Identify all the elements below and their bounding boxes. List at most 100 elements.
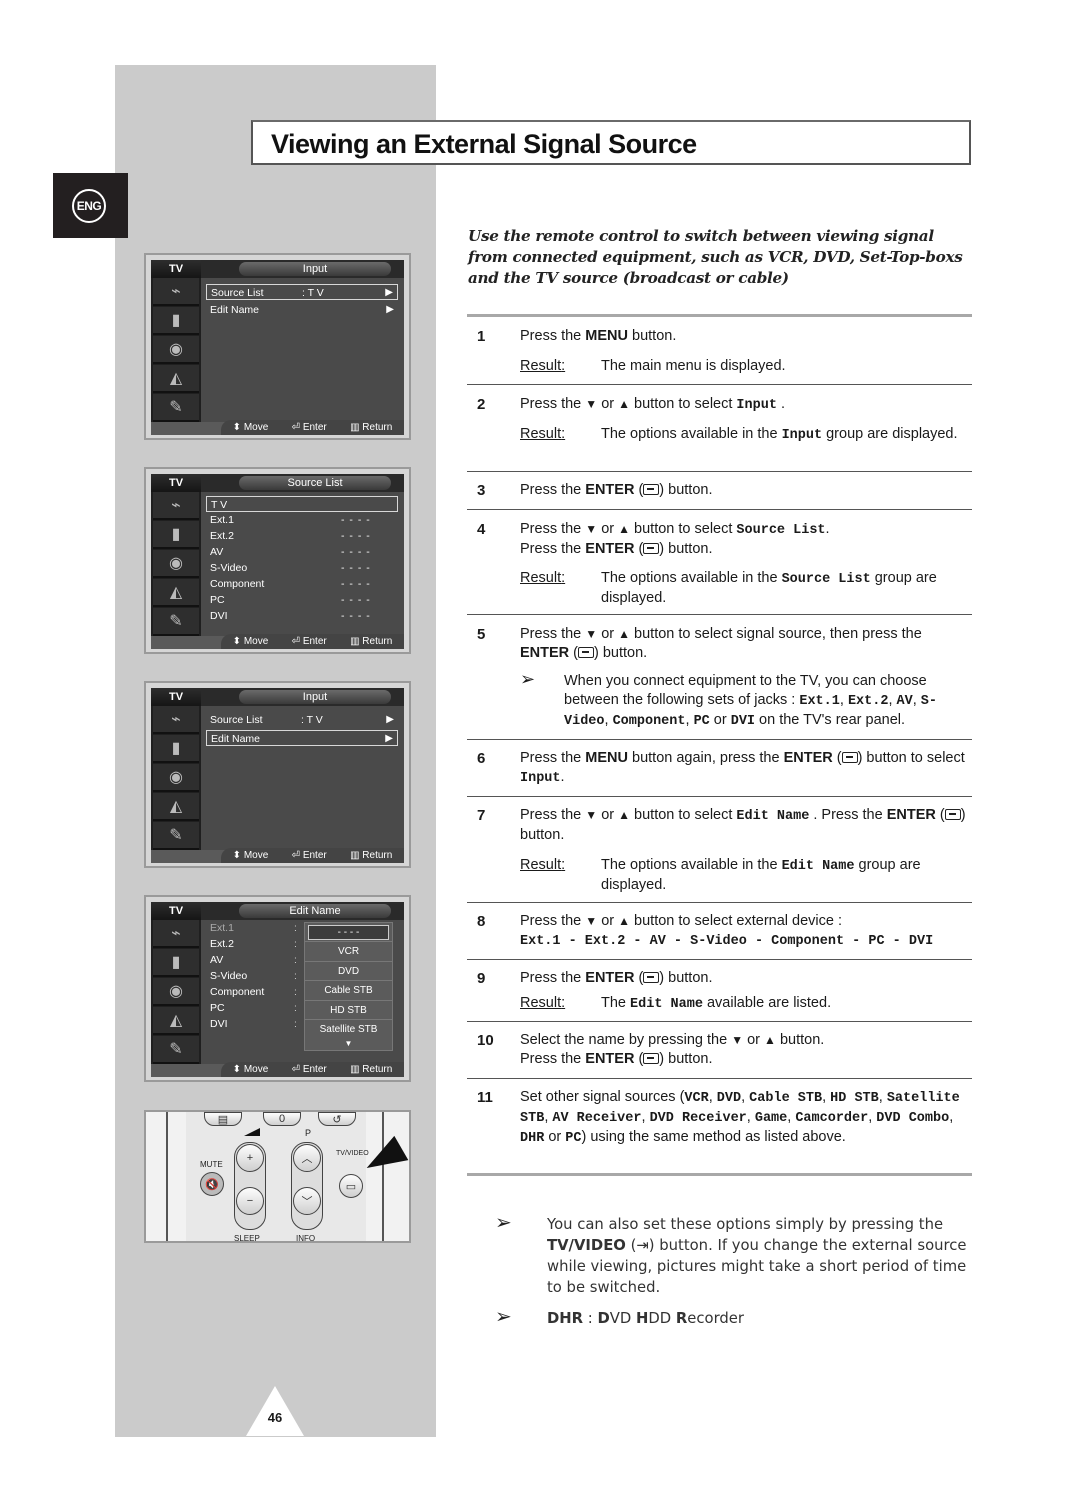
item-label: S-Video [210,970,248,982]
step-text: Set other signal sources (VCR, DVD, Cabl… [520,1089,960,1146]
osd-help-bar: ⬍ Move ⏎ Enter ▥ Return [221,634,404,649]
move-label: Move [243,422,269,433]
item-value: - - - - [341,578,371,590]
edit-name-item[interactable]: AV : [206,952,301,968]
item-label: AV [210,954,224,966]
item-label: S-Video [210,562,248,574]
dropdown-option[interactable]: DVD [305,960,392,980]
mute-button: 🔇 [200,1172,224,1196]
source-list-item[interactable]: Ext.1 - - - - [206,512,398,528]
step-text: Press the ▼ or ▲ button to select extern… [520,913,934,949]
osd-tv-label: TV [151,260,201,278]
source-list-item[interactable]: PC - - - - [206,592,398,608]
item-colon: : [294,1018,297,1030]
move-label: Move [243,850,269,861]
divider [467,471,972,472]
osd-header: Input [239,262,391,276]
item-label: DVI [210,610,228,622]
return-label: Return [362,636,393,647]
osd-help-bar: ⬍ Move ⏎ Enter ▥ Return [221,420,404,435]
edit-name-item[interactable]: DVI : [206,1016,301,1032]
step-text: Press the ▼ or ▲ button to select Edit N… [520,807,966,843]
scroll-down-icon[interactable]: ▼ [305,1039,392,1048]
edit-name-item[interactable]: Ext.2 : [206,936,301,952]
osd-tv-label: TV [151,688,201,706]
input-menu-item[interactable]: Edit Name ▶ [206,302,398,318]
dropdown-current[interactable]: - - - - [308,925,389,940]
divider [467,739,972,740]
edit-name-item[interactable]: Component : [206,984,301,1000]
return-label: Return [362,850,393,861]
input-menu-item[interactable]: Source List : T V ▶ [206,712,398,728]
picture-icon: ▮ [153,521,199,549]
step-text: Press the ▼ or ▲ button to select Input … [520,396,785,413]
move-hint: ⬍ Move [232,422,269,433]
item-value: - - - - [341,514,371,526]
item-colon: : [294,954,297,966]
divider [467,314,972,317]
volume-ramp-icon [244,1128,260,1136]
item-label: Source List [210,714,263,726]
enter-hint: ⏎ Enter [291,850,327,861]
setup-icon: ✎ [153,608,199,636]
note-text: When you connect equipment to the TV, yo… [564,673,937,729]
dropdown-option[interactable]: HD STB [305,999,392,1019]
osd-tv-label: TV [151,474,201,492]
channel-up-button: ︿ [293,1144,321,1172]
edit-name-item[interactable]: Ext.1 : [206,920,301,936]
step-number: 3 [477,482,486,499]
step-number: 6 [477,750,486,767]
submenu-arrow-icon: ▶ [386,304,394,315]
dropdown-option[interactable]: VCR [305,941,392,960]
input-menu-item[interactable]: Edit Name ▶ [206,730,398,746]
step-number: 7 [477,807,486,824]
setup-icon: ✎ [153,1036,199,1064]
source-list-item[interactable]: Ext.2 - - - - [206,528,398,544]
item-colon: : [294,922,297,934]
move-hint: ⬍ Move [232,636,269,647]
result-label: Result [520,569,565,588]
step-number: 5 [477,626,486,643]
step-number: 10 [477,1032,494,1049]
step-text: Select the name by pressing the ▼ or ▲ b… [520,1032,825,1067]
item-label: AV [210,546,224,558]
teletext-button: ▤ [204,1112,242,1126]
edit-name-item[interactable]: S-Video : [206,968,301,984]
page-title: Viewing an External Signal Source [271,129,697,159]
osd-header-bar: Input [201,688,404,706]
volume-up-button: + [236,1144,264,1172]
source-list-item[interactable]: Component - - - - [206,576,398,592]
step-text: Press the ▼ or ▲ button to select Source… [520,521,830,557]
input-menu-item[interactable]: Source List : T V ▶ [206,284,398,300]
return-hint: ▥ Return [350,422,393,433]
item-label: Ext.2 [210,938,234,950]
osd-header: Source List [239,476,391,490]
name-dropdown[interactable]: - - - - VCR DVD Cable STB HD STB Satellite ST… [304,922,393,1051]
page-title-box: Viewing an External Signal Source [251,120,971,165]
item-value: - - - - [341,530,371,542]
source-list-item[interactable]: DVI - - - - [206,608,398,624]
osd-input-edit-name: TV Input ⌁ ▮ ◉ ◭ ✎ ⬍ Move ⏎ Enter ▥ Return Sou… [144,681,411,868]
submenu-arrow-icon: ▶ [385,733,393,744]
return-label: Return [362,1064,393,1075]
item-label: Edit Name [210,304,260,316]
item-label: DVI [210,1018,228,1030]
eng-badge: ENG [72,189,106,223]
edit-name-item[interactable]: PC : [206,1000,301,1016]
divider [467,614,972,615]
source-list-item[interactable]: T V [206,496,398,512]
enter-label: Enter [302,636,327,647]
source-list-item[interactable]: S-Video - - - - [206,560,398,576]
enter-hint: ⏎ Enter [291,422,327,433]
note-arrow-icon: ➢ [520,669,536,689]
item-label: T V [211,499,228,511]
step-text: Press the ENTER () button. [520,482,713,498]
submenu-arrow-icon: ▶ [385,287,393,298]
source-list-item[interactable]: AV - - - - [206,544,398,560]
return-hint: ▥ Return [350,636,393,647]
return-hint: ▥ Return [350,850,393,861]
picture-icon: ▮ [153,307,199,335]
step-number: 2 [477,396,486,413]
dropdown-option[interactable]: Satellite STB [305,1019,392,1038]
dropdown-option[interactable]: Cable STB [305,980,392,999]
